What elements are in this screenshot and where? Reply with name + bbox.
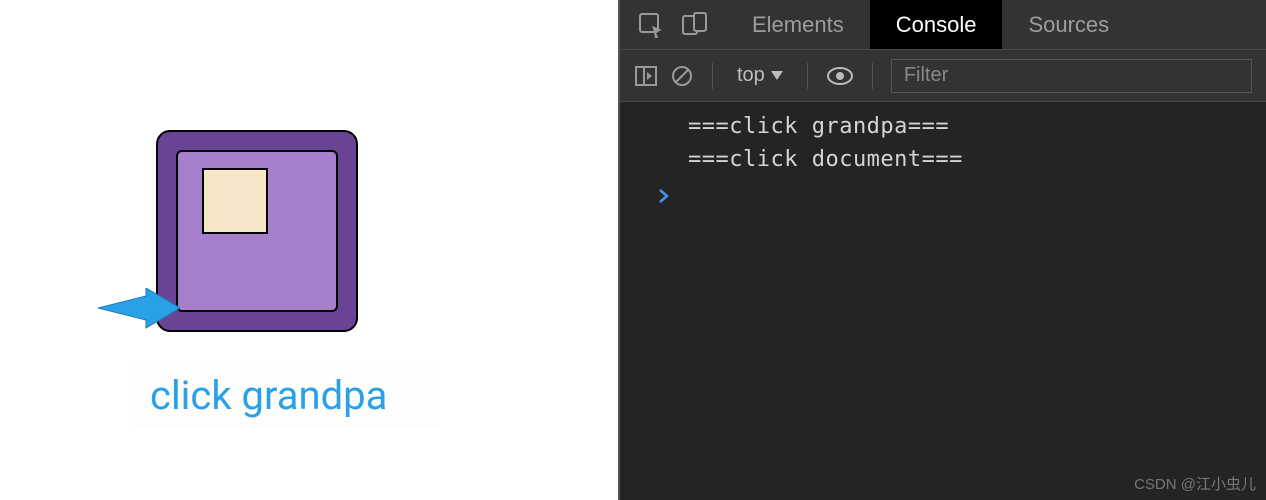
- separator: [807, 63, 808, 89]
- context-label: top: [737, 64, 765, 87]
- separator: [872, 63, 873, 89]
- log-line: ===click grandpa===: [620, 110, 1266, 143]
- inspect-icon[interactable]: [638, 12, 664, 38]
- watermark: CSDN @江小虫儿: [1134, 473, 1256, 494]
- tab-elements[interactable]: Elements: [726, 0, 870, 49]
- chevron-down-icon: [771, 71, 783, 81]
- console-toolbar: top: [620, 50, 1266, 102]
- grandpa-box[interactable]: [156, 130, 358, 332]
- clear-console-icon[interactable]: [670, 64, 694, 88]
- log-line: ===click document===: [620, 143, 1266, 176]
- tab-sources[interactable]: Sources: [1002, 0, 1135, 49]
- eye-icon[interactable]: [826, 66, 854, 86]
- click-label: click grandpa: [130, 362, 440, 429]
- console-output: ===click grandpa=== ===click document===: [620, 102, 1266, 218]
- console-prompt[interactable]: [620, 176, 1266, 210]
- demo-pane: click grandpa: [0, 0, 618, 500]
- separator: [712, 63, 713, 89]
- context-selector[interactable]: top: [731, 64, 789, 87]
- child-box[interactable]: [202, 168, 268, 234]
- devtools-panel: Elements Console Sources top ===clic: [618, 0, 1266, 500]
- chevron-right-icon: [658, 188, 670, 204]
- device-toggle-icon[interactable]: [682, 12, 708, 38]
- filter-input[interactable]: [891, 59, 1252, 93]
- tab-console[interactable]: Console: [870, 0, 1003, 49]
- devtools-tabbar: Elements Console Sources: [620, 0, 1266, 50]
- sidebar-toggle-icon[interactable]: [634, 64, 658, 88]
- parent-box[interactable]: [176, 150, 338, 312]
